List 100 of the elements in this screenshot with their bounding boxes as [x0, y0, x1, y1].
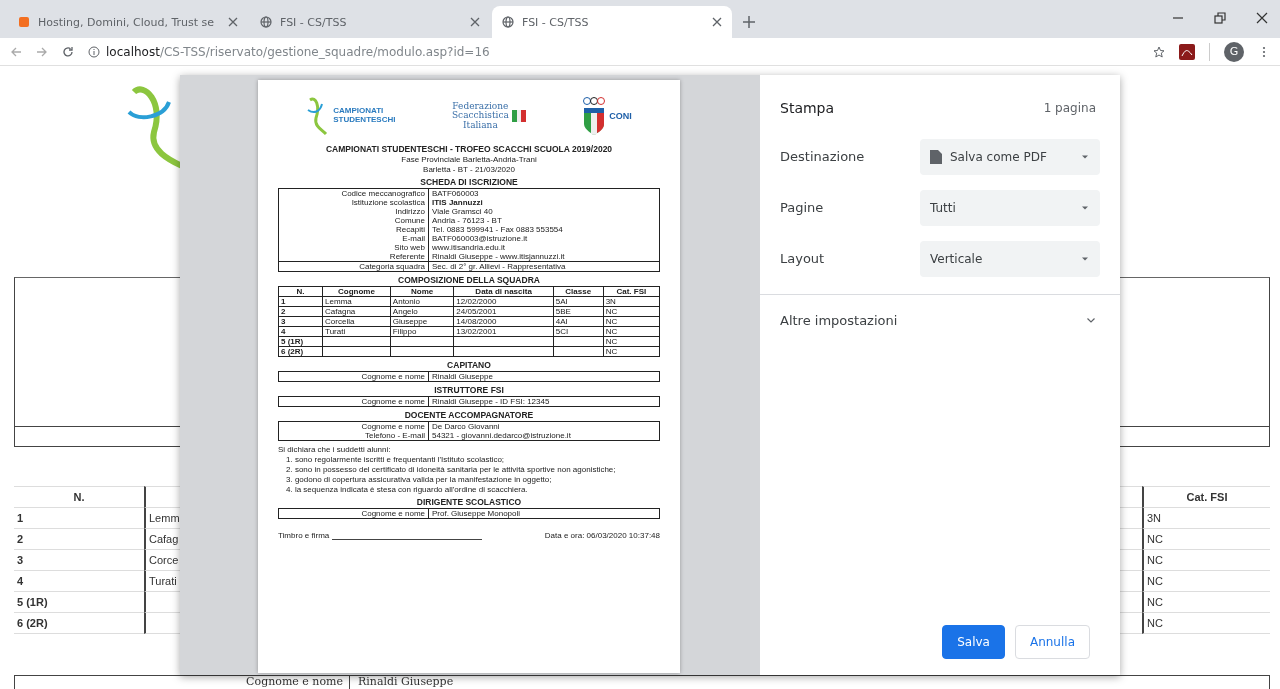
- browser-tab[interactable]: Hosting, Domini, Cloud, Trust se: [8, 6, 248, 38]
- declaration-item: 4. la sequenza indicata è stesa con riguardo all'ordine di scacchiera.: [285, 485, 529, 494]
- field-label: Cognome e nome: [279, 422, 429, 431]
- browser-tab[interactable]: FSI - CS/TSS: [492, 6, 732, 38]
- profile-avatar[interactable]: G: [1224, 41, 1244, 62]
- star-icon[interactable]: [1153, 45, 1165, 58]
- table-cell: Filippo: [390, 326, 454, 337]
- table-cell: Turati: [322, 326, 391, 337]
- restore-icon[interactable]: [1214, 12, 1226, 24]
- column-header: Cat. FSI: [603, 286, 660, 297]
- more-settings-toggle[interactable]: Altre impostazioni: [760, 295, 1120, 345]
- close-icon[interactable]: [712, 17, 722, 27]
- info-icon: [88, 45, 100, 58]
- field-label: Istituzione scolastica: [279, 198, 429, 207]
- field-value: Tel. 0883 599941 - Fax 0883 553554: [431, 225, 564, 234]
- section-heading: DIRIGENTE SCOLASTICO: [415, 497, 523, 507]
- table-cell: NC: [603, 326, 660, 337]
- table-cell: 5 (1R): [14, 592, 144, 613]
- flag-icon: [511, 110, 526, 122]
- field-value: Rinaldi Giuseppe: [357, 676, 454, 689]
- logo-text: CONI: [609, 111, 632, 121]
- field-label: Comune: [279, 216, 429, 225]
- table-cell: 5 (1R): [278, 336, 323, 347]
- field-label: Sito web: [279, 243, 429, 252]
- address-field[interactable]: localhost/CS-TSS/riservato/gestione_squadre/modulo.asp?id=16: [88, 40, 1139, 63]
- table-cell: 6 (2R): [14, 613, 144, 634]
- logo-text: Federazione: [452, 101, 509, 111]
- table-cell: 3: [278, 316, 323, 327]
- field-value: BATF060003@istruzione.it: [431, 234, 529, 243]
- date-line: Barletta - BT - 21/03/2020: [422, 165, 516, 174]
- cancel-button[interactable]: Annulla: [1014, 625, 1090, 659]
- table-cell: 24/05/2001: [453, 306, 554, 317]
- table-cell: 2: [14, 529, 144, 550]
- close-icon[interactable]: [1256, 12, 1268, 24]
- table-cell: Antonio: [390, 296, 454, 307]
- table-cell: Lemma: [322, 296, 391, 307]
- globe-icon: [502, 16, 514, 28]
- plus-icon[interactable]: [742, 15, 756, 29]
- field-label: Cognome e nome: [279, 372, 429, 381]
- table-cell: 14/08/2000: [453, 316, 554, 327]
- declaration-text: Si dichiara che i suddetti alunni:: [278, 445, 392, 454]
- field-label: Referente: [279, 252, 429, 261]
- table-cell: NC: [603, 316, 660, 327]
- field-label: Indirizzo: [279, 207, 429, 216]
- field-value: Andria - 76123 - BT: [431, 216, 503, 225]
- table-cell: NC: [1142, 571, 1270, 592]
- timestamp: Data e ora: 06/03/2020 10:37:48: [544, 531, 660, 540]
- field-value: BATF060003: [431, 189, 480, 198]
- section-heading: ISTRUTTORE FSI: [433, 385, 505, 395]
- save-button[interactable]: Salva: [942, 625, 1005, 659]
- option-select[interactable]: Tutti: [920, 189, 1100, 226]
- column-header: Data di nascita: [453, 286, 554, 297]
- field-value: www.itisandria.edu.it: [431, 243, 506, 252]
- table-cell: Cafagna: [322, 306, 391, 317]
- table-cell: 4: [14, 571, 144, 592]
- reload-icon[interactable]: [62, 45, 74, 58]
- field-label: Codice meccanografico: [279, 189, 429, 198]
- table-cell: 5AI: [553, 296, 604, 307]
- table-cell: 5BE: [553, 306, 604, 317]
- logo-text: Scacchistica: [451, 111, 509, 121]
- table-cell: 3: [14, 550, 144, 571]
- table-cell: 4AI: [553, 316, 604, 327]
- table-cell: 3N: [1142, 508, 1270, 529]
- pdf-extension-icon[interactable]: [1179, 43, 1195, 60]
- column-header: Nome: [390, 286, 454, 297]
- table-cell: 1: [278, 296, 323, 307]
- table-cell: 5CI: [553, 326, 604, 337]
- option-select[interactable]: Salva come PDF: [920, 138, 1100, 175]
- field-label: Cognome e nome: [279, 397, 429, 406]
- table-cell: 1: [14, 508, 144, 529]
- option-label: Pagine: [780, 200, 825, 215]
- panel-title: Stampa: [780, 99, 835, 116]
- subtitle: Fase Provinciale Barletta-Andria-Trani: [400, 155, 538, 164]
- browser-tab[interactable]: FSI - CS/TSS: [250, 6, 490, 38]
- table-cell: Corcella: [322, 316, 391, 327]
- column-header: Cat. FSI: [1142, 486, 1270, 508]
- table-cell: 3N: [603, 296, 660, 307]
- chevron-icon: [1086, 315, 1096, 325]
- olympic-shield-icon: [582, 96, 607, 136]
- field-value: Prof. Giuseppe Monopoli: [431, 509, 522, 518]
- close-icon[interactable]: [470, 17, 480, 27]
- table-cell: NC: [1142, 613, 1270, 634]
- table-cell: 6 (2R): [278, 346, 323, 357]
- close-icon[interactable]: [228, 17, 238, 27]
- declaration-item: 3. godono di copertura assicurativa valida per la manifestazione in oggetto;: [285, 475, 553, 484]
- table-cell: NC: [1142, 592, 1270, 613]
- column-header: Cognome: [322, 286, 391, 297]
- section-heading: CAPITANO: [446, 360, 492, 370]
- field-value: Rinaldi Giuseppe - www.itisjannuzzi.it: [431, 252, 566, 261]
- field-value: 54321 - giovanni.dedarco@istruzione.it: [431, 431, 572, 440]
- table-cell: NC: [1142, 529, 1270, 550]
- declaration-item: 2. sono in possesso del certificato di idoneità sanitaria per le attività sportive non agonistiche;: [285, 465, 617, 474]
- table-cell: Giuseppe: [390, 316, 454, 327]
- section-heading: COMPOSIZIONE DELLA SQUADRA: [397, 275, 541, 285]
- field-value: Sec. di 2° gr. Allievi - Rappresentativa: [431, 262, 567, 271]
- field-value: ITIS Jannuzzi: [431, 198, 484, 207]
- field-label: Cognome e nome: [279, 509, 429, 518]
- table-cell: NC: [1142, 550, 1270, 571]
- option-select[interactable]: Verticale: [920, 240, 1100, 277]
- column-header: N.: [278, 286, 323, 297]
